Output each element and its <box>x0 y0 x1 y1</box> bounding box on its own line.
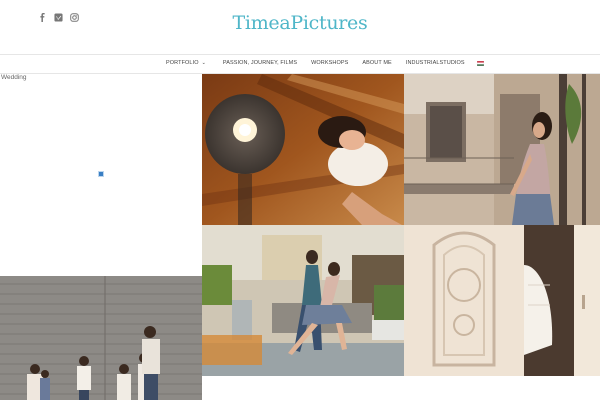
main-navigation: Portfolio ⌄ Passion, Journey, Films Work… <box>0 54 600 74</box>
nav-item-label: About me <box>362 60 392 66</box>
nav-item-passion-journey-films[interactable]: Passion, Journey, Films <box>223 60 297 66</box>
site-header: TimeaPictures <box>0 0 600 54</box>
wedding-tile[interactable]: Wedding <box>0 74 202 276</box>
nav-item-about-me[interactable]: About me <box>362 60 391 66</box>
gallery-photo-family[interactable] <box>0 276 202 400</box>
gallery-photo-woman-floor[interactable] <box>202 74 404 225</box>
nav-item-label: Passion, Journey, Films <box>222 60 298 66</box>
nav-item-label: Workshops <box>311 60 349 66</box>
nav-item-label: Industrialstudios <box>405 60 465 66</box>
hungarian-flag-icon[interactable] <box>476 60 484 66</box>
nav-item-label: Portfolio <box>166 60 199 66</box>
chevron-down-icon: ⌄ <box>201 60 206 66</box>
wedding-label: Wedding <box>1 74 27 81</box>
nav-item-portfolio[interactable]: Portfolio ⌄ <box>166 60 206 66</box>
nav-item-workshops[interactable]: Workshops <box>311 60 348 66</box>
broken-image-icon <box>98 171 104 177</box>
nav-item-industrialstudios[interactable]: Industrialstudios <box>406 60 465 66</box>
gallery-photo-ornate-door[interactable] <box>404 225 600 376</box>
gallery-photo-couple-dancing[interactable] <box>202 225 404 376</box>
site-logo[interactable]: TimeaPictures <box>0 12 600 34</box>
gallery-photo-woman-balcony[interactable] <box>404 74 600 225</box>
portfolio-gallery: Wedding <box>0 74 600 400</box>
